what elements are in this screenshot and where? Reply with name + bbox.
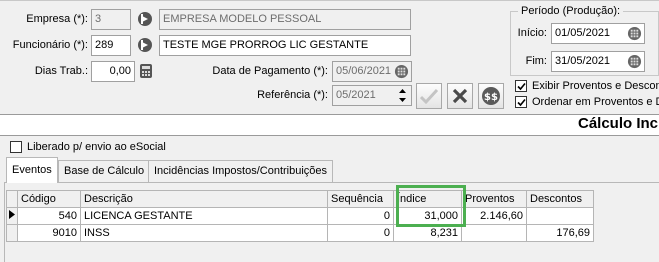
close-icon	[452, 88, 468, 104]
cell-descricao[interactable]: INSS	[80, 224, 328, 242]
table-row[interactable]: 540 LICENCA GESTANTE 0 31,000 2.146,60	[6, 207, 594, 225]
current-row-icon	[9, 210, 15, 219]
calculate-button[interactable]: $$	[478, 83, 504, 109]
cell-proventos[interactable]: 2.146,60	[461, 207, 527, 225]
periodo-inicio-label: Início:	[517, 27, 547, 39]
cell-indice[interactable]: 8,231	[393, 224, 462, 242]
empresa-name-field: EMPRESA MODELO PESSOAL	[159, 9, 411, 30]
col-indice[interactable]: Índice	[393, 190, 462, 208]
funcionario-code-field[interactable]: 289	[91, 35, 131, 56]
dias-trab-label: Dias Trab.:	[34, 65, 88, 77]
tab-incidencias[interactable]: Incidências Impostos/Contribuições	[148, 160, 334, 182]
data-pagamento-label: Data de Pagamento (*):	[212, 65, 328, 77]
esocial-checkbox[interactable]	[10, 141, 22, 153]
section-title: Cálculo Inc	[578, 115, 659, 132]
col-descontos[interactable]: Descontos	[526, 190, 594, 208]
check-icon	[420, 88, 438, 104]
eventos-table: Código Descrição Sequência Índice Proven…	[6, 190, 594, 242]
row-indicator-header	[6, 190, 18, 208]
funcionario-name-field: TESTE MGE PRORROG LIC GESTANTE	[159, 35, 411, 56]
exibir-label: Exibir Proventos e Descon	[532, 80, 659, 92]
empresa-label: Empresa (*):	[26, 13, 88, 25]
table-header-row: Código Descrição Sequência Índice Proven…	[6, 190, 594, 208]
periodo-title: Período (Produção):	[518, 5, 624, 17]
cell-proventos[interactable]	[461, 224, 527, 242]
calendar-icon[interactable]	[393, 63, 409, 79]
cell-sequencia[interactable]: 0	[327, 207, 394, 225]
cell-codigo[interactable]: 9010	[17, 224, 81, 242]
empresa-code-field[interactable]: 3	[91, 9, 131, 30]
referencia-label: Referência (*):	[257, 89, 328, 101]
dias-trab-field[interactable]: 0,00	[91, 61, 135, 82]
col-proventos[interactable]: Proventos	[461, 190, 527, 208]
row-indicator	[6, 207, 18, 225]
referencia-spinner[interactable]	[395, 86, 409, 105]
fim-calendar-icon[interactable]	[626, 53, 642, 69]
exibir-checkbox[interactable]	[515, 80, 527, 92]
funcionario-lookup-icon[interactable]	[137, 37, 153, 53]
col-codigo[interactable]: Código	[17, 190, 81, 208]
spin-down-icon[interactable]	[395, 95, 409, 104]
empresa-lookup-icon[interactable]	[137, 11, 153, 27]
confirm-button[interactable]	[416, 83, 442, 109]
ordenar-label: Ordenar em Proventos e D	[532, 96, 659, 108]
cell-codigo[interactable]: 540	[17, 207, 81, 225]
tab-base-calculo[interactable]: Base de Cálculo	[58, 160, 151, 182]
cell-descontos[interactable]	[526, 207, 594, 225]
cell-indice[interactable]: 31,000	[393, 207, 462, 225]
cell-descricao[interactable]: LICENCA GESTANTE	[80, 207, 328, 225]
cancel-button[interactable]	[447, 83, 473, 109]
spin-up-icon[interactable]	[395, 86, 409, 95]
calculator-icon[interactable]	[138, 63, 154, 79]
funcionario-label: Funcionário (*):	[12, 39, 88, 51]
money-icon: $$	[482, 87, 500, 105]
periodo-fim-label: Fim:	[525, 55, 547, 67]
table-row[interactable]: 9010 INSS 0 8,231 176,69	[6, 224, 594, 242]
tab-eventos[interactable]: Eventos	[6, 157, 58, 183]
ordenar-checkbox[interactable]	[515, 96, 527, 108]
inicio-calendar-icon[interactable]	[626, 25, 642, 41]
cell-descontos[interactable]: 176,69	[526, 224, 594, 242]
cell-sequencia[interactable]: 0	[327, 224, 394, 242]
col-descricao[interactable]: Descrição	[80, 190, 328, 208]
esocial-label: Liberado p/ envio ao eSocial	[27, 141, 166, 153]
section-title-bar	[0, 114, 659, 136]
row-indicator	[6, 224, 18, 242]
col-sequencia[interactable]: Sequência	[327, 190, 394, 208]
svg-text:$$: $$	[484, 92, 498, 103]
